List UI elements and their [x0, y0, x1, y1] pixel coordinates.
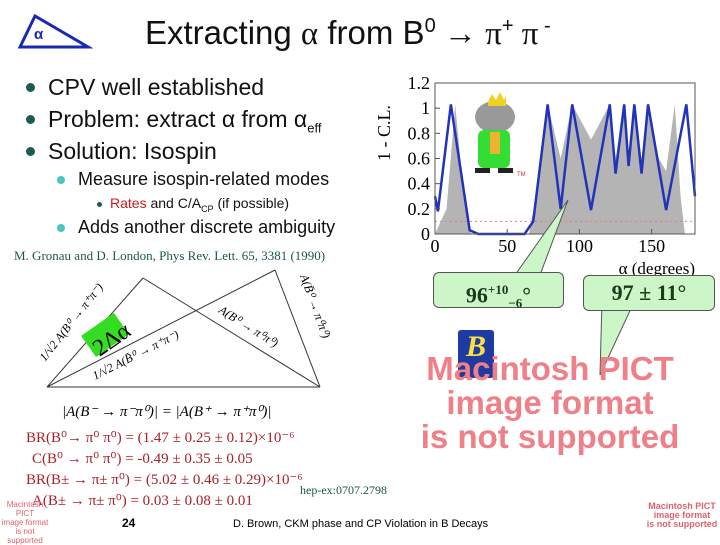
result-a-charged: A(B± → π± π⁰) = 0.03 ± 0.08 ± 0.01	[32, 493, 253, 509]
y-tick-label: 1.2	[408, 73, 431, 93]
results-list: BR(B⁰→ π⁰ π⁰) = (1.47 ± 0.25 ± 0.12)×10⁻…	[26, 428, 303, 512]
y-tick-label: 0.8	[408, 123, 431, 143]
alpha-triangle-logo	[18, 14, 93, 49]
label-charged: |A(B⁻ → π⁻π⁰)| = |A(B⁺ → π⁺π⁰)|	[62, 404, 272, 420]
sub-sub-bullet: Rates and C/ACP (if possible)	[110, 195, 290, 214]
y-tick-label: 0	[421, 224, 430, 244]
sub-bullet-1: Measure isospin-related modes	[78, 169, 330, 189]
bullet-1: CPV well established	[48, 74, 265, 100]
pict-placeholder-left: Macintosh PICT image format is not support…	[1, 500, 49, 545]
hep-reference: hep-ex:0707.2798	[300, 483, 387, 497]
pict-placeholder-right: Macintosh PICT image format is not support…	[646, 501, 718, 529]
sub-bullet-2: Adds another discrete ambiguity	[78, 217, 336, 237]
callout-left: 96+10−6°	[433, 272, 564, 311]
logo-alpha: α	[34, 26, 44, 43]
result-br-pi0pi0: BR(B⁰→ π⁰ π⁰) = (1.47 ± 0.25 ± 0.12)×10⁻…	[26, 430, 295, 446]
y-tick-label: 1	[421, 98, 430, 118]
page-title: Extracting α from B0 → π+ π -	[145, 14, 551, 52]
x-tick-label: 100	[566, 236, 593, 256]
y-tick-label: 0.2	[408, 199, 431, 219]
x-tick-label: 50	[498, 236, 516, 256]
callout-right: 97 ± 11°	[583, 275, 715, 311]
alpha-scan-chart: 00.20.40.60.811.20 50 100 150α (degrees)1 -…	[374, 73, 697, 278]
y-tick-label: 0.4	[408, 174, 431, 194]
y-tick-label: 0.6	[408, 149, 431, 169]
footer-text: D. Brown, CKM phase and CP Violation in …	[233, 518, 489, 530]
elephant-mascot	[475, 92, 515, 173]
x-tick-label: 150	[638, 236, 665, 256]
result-c-pi0pi0: C(B⁰ → π⁰ π⁰) = -0.49 ± 0.35 ± 0.05	[32, 451, 253, 467]
label-b0bar-pi0pi0: A(B̄⁰ → π⁰π⁰)	[297, 271, 333, 340]
y-axis-label: 1 - C.L.	[374, 105, 394, 161]
page-number: 24	[122, 516, 136, 530]
bullet-3: Solution: Isospin	[48, 138, 217, 164]
pict-placeholder-large: Macintosh PICT image format is not support…	[420, 350, 680, 455]
x-tick-label: 0	[431, 236, 440, 256]
isospin-triangle-diagram: 2Δα 1/√2 A(B⁰ → π⁺π⁻) 1/√2 A(B̄⁰ → π⁺π⁻)…	[36, 269, 333, 420]
trademark-mark: TM	[517, 172, 526, 178]
result-br-charged: BR(B± → π± π⁰) = (5.02 ± 0.46 ± 0.29)×10…	[26, 472, 303, 488]
bullet-2: Problem: extract α from αeff	[48, 106, 322, 136]
